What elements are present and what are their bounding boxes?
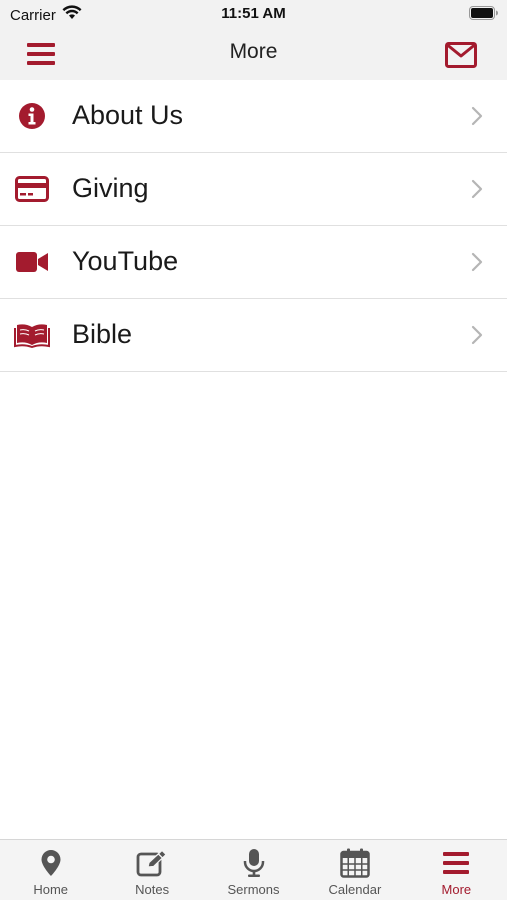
tab-bar: Home Notes Sermons Calendar More xyxy=(0,839,507,900)
tab-label: Home xyxy=(33,882,69,897)
menu-item-giving[interactable]: Giving xyxy=(0,153,507,226)
menu-item-label: Giving xyxy=(72,173,149,203)
tab-more[interactable]: More xyxy=(406,840,507,900)
page-title: More xyxy=(229,40,278,63)
menu-item-label: Bible xyxy=(72,319,133,349)
more-menu-list: About Us Giving YouTube Bible xyxy=(0,80,507,372)
app-screen: Carrier 11:51 AM More About Us Giving Yo… xyxy=(0,0,507,900)
navigation-bar: More xyxy=(0,28,507,80)
menu-item-bible[interactable]: Bible xyxy=(0,299,507,372)
microphone-icon xyxy=(238,848,270,878)
credit-card-icon xyxy=(14,171,50,207)
map-pin-icon xyxy=(35,848,67,878)
chevron-right-icon xyxy=(471,106,483,126)
menu-item-about-us[interactable]: About Us xyxy=(0,80,507,153)
calendar-icon xyxy=(339,848,371,878)
hamburger-icon xyxy=(440,848,472,878)
video-camera-icon xyxy=(14,244,50,280)
info-circle-icon xyxy=(14,98,50,134)
tab-label: Notes xyxy=(135,882,170,897)
battery-icon xyxy=(469,6,499,26)
tab-home[interactable]: Home xyxy=(0,840,101,900)
tab-label: Sermons xyxy=(227,882,280,897)
tab-sermons[interactable]: Sermons xyxy=(203,840,304,900)
mail-button[interactable] xyxy=(445,42,477,68)
chevron-right-icon xyxy=(471,252,483,272)
open-book-icon xyxy=(14,317,50,353)
menu-item-youtube[interactable]: YouTube xyxy=(0,226,507,299)
status-bar: Carrier 11:51 AM xyxy=(0,0,507,28)
envelope-icon xyxy=(445,42,477,72)
status-time: 11:51 AM xyxy=(221,5,286,22)
tab-label: Calendar xyxy=(328,882,382,897)
chevron-right-icon xyxy=(471,325,483,345)
tab-notes[interactable]: Notes xyxy=(101,840,202,900)
menu-item-label: YouTube xyxy=(72,246,179,276)
edit-note-icon xyxy=(136,848,168,878)
tab-calendar[interactable]: Calendar xyxy=(304,840,405,900)
menu-item-label: About Us xyxy=(72,100,184,130)
chevron-right-icon xyxy=(471,179,483,199)
tab-label: More xyxy=(441,882,472,897)
